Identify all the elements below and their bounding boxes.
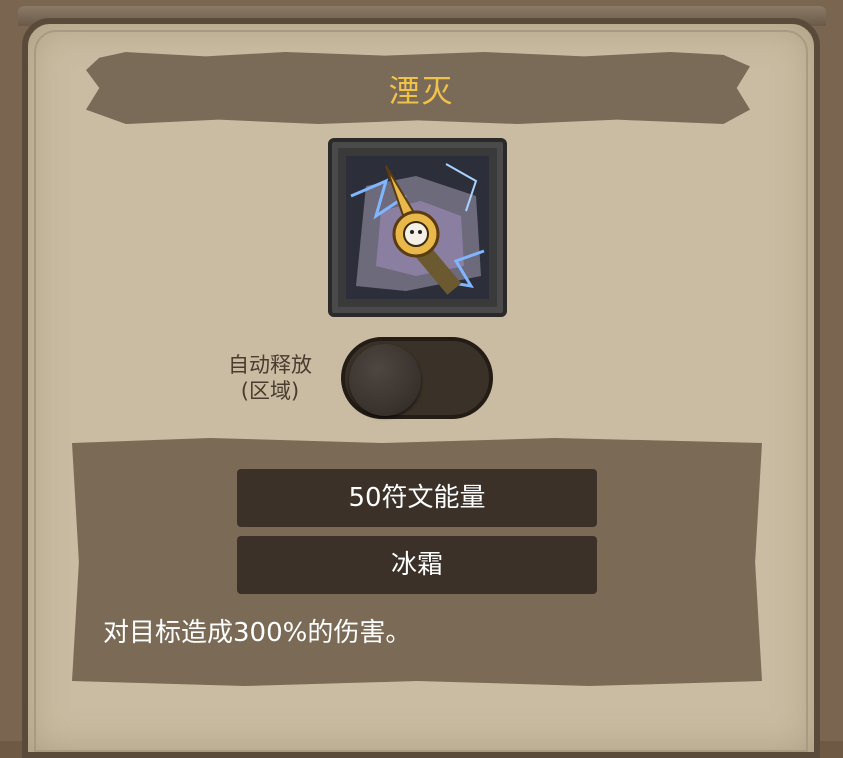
auto-cast-label: 自动释放 (区域) [200,352,340,404]
skill-description: 对目标造成300%的伤害。 [103,618,412,648]
skill-title: 湮灭 [388,74,455,110]
element-tag: 冰霜 [237,536,597,594]
toggle-knob[interactable] [349,344,421,416]
energy-cost-tag: 50符文能量 [237,469,597,527]
skill-art-icon [346,156,489,299]
auto-cast-label-line1: 自动释放 [228,353,312,377]
annihilation-skill-icon[interactable] [328,138,507,317]
auto-cast-toggle[interactable] [341,337,493,419]
auto-cast-label-line2: (区域) [240,379,300,403]
window-frame: 湮灭 自动释放 (区域) 50符文能量 冰霜 对目标造成300%的伤害。 [0,0,843,758]
